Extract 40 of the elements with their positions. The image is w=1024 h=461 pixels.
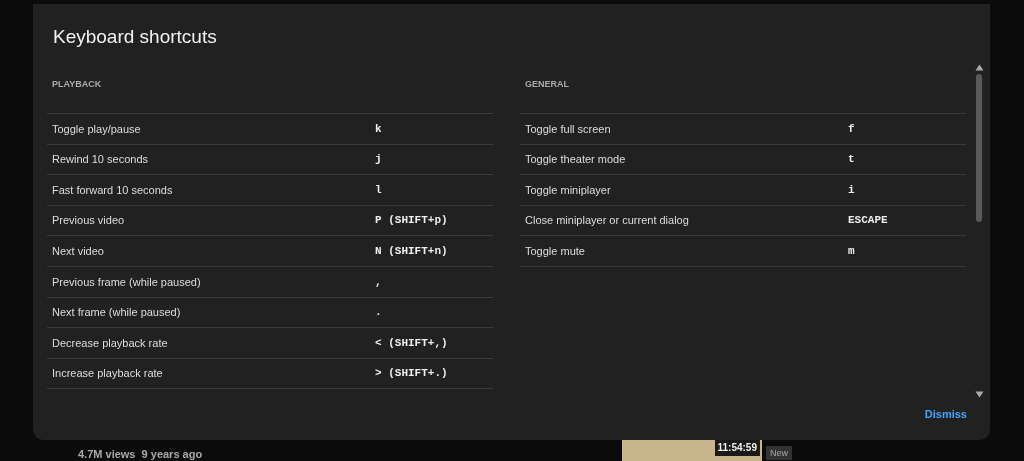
section-heading: GENERAL <box>520 64 966 114</box>
shortcut-key: . <box>375 304 382 321</box>
shortcut-key: i <box>848 181 855 199</box>
shortcut-key: f <box>848 120 855 138</box>
scroll-up-icon[interactable] <box>974 64 984 71</box>
section-heading: PLAYBACK <box>47 64 493 114</box>
shortcut-action: Fast forward 10 seconds <box>51 182 174 198</box>
scrollbar[interactable] <box>972 64 986 398</box>
shortcut-action: Next frame (while paused) <box>51 305 182 321</box>
new-badge: New <box>766 446 792 460</box>
scrollbar-thumb[interactable] <box>976 74 982 222</box>
scroll-down-icon[interactable] <box>974 391 984 398</box>
shortcut-key: < (SHIFT+,) <box>375 334 448 352</box>
shortcut-action: Toggle mute <box>524 243 586 259</box>
shortcut-key: k <box>375 120 382 138</box>
thumbnail-placeholder[interactable]: 11:54:59 <box>622 440 762 461</box>
shortcut-key: j <box>375 151 382 168</box>
shortcut-key: N (SHIFT+n) <box>375 242 448 260</box>
shortcut-action: Next video <box>51 243 105 259</box>
shortcut-action: Previous frame (while paused) <box>51 274 202 290</box>
shortcut-key: , <box>375 273 382 290</box>
video-stats: 4.7M views 9 years ago <box>78 447 204 461</box>
shortcut-key: P (SHIFT+p) <box>375 212 448 229</box>
shortcut-action: Previous video <box>51 213 126 229</box>
shortcut-action: Toggle play/pause <box>51 121 142 137</box>
shortcut-key: t <box>848 151 855 168</box>
shortcut-action: Close miniplayer or current dialog <box>524 213 690 229</box>
shortcut-action: Toggle full screen <box>524 121 612 137</box>
shortcut-action: Toggle miniplayer <box>524 182 612 198</box>
duration-label: 11:54:59 <box>714 440 760 456</box>
shortcut-key: > (SHIFT+.) <box>375 365 448 382</box>
dialog-title: Keyboard shortcuts <box>52 25 218 49</box>
shortcut-key: m <box>848 242 855 260</box>
shortcut-key: l <box>375 181 382 199</box>
shortcut-action: Decrease playback rate <box>51 335 169 351</box>
shortcut-action: Rewind 10 seconds <box>51 152 149 168</box>
shortcut-action: Toggle theater mode <box>524 152 627 168</box>
shortcut-key: ESCAPE <box>848 212 888 229</box>
shortcut-action: Increase playback rate <box>51 366 164 382</box>
dismiss-button[interactable]: Dismiss <box>920 402 971 427</box>
